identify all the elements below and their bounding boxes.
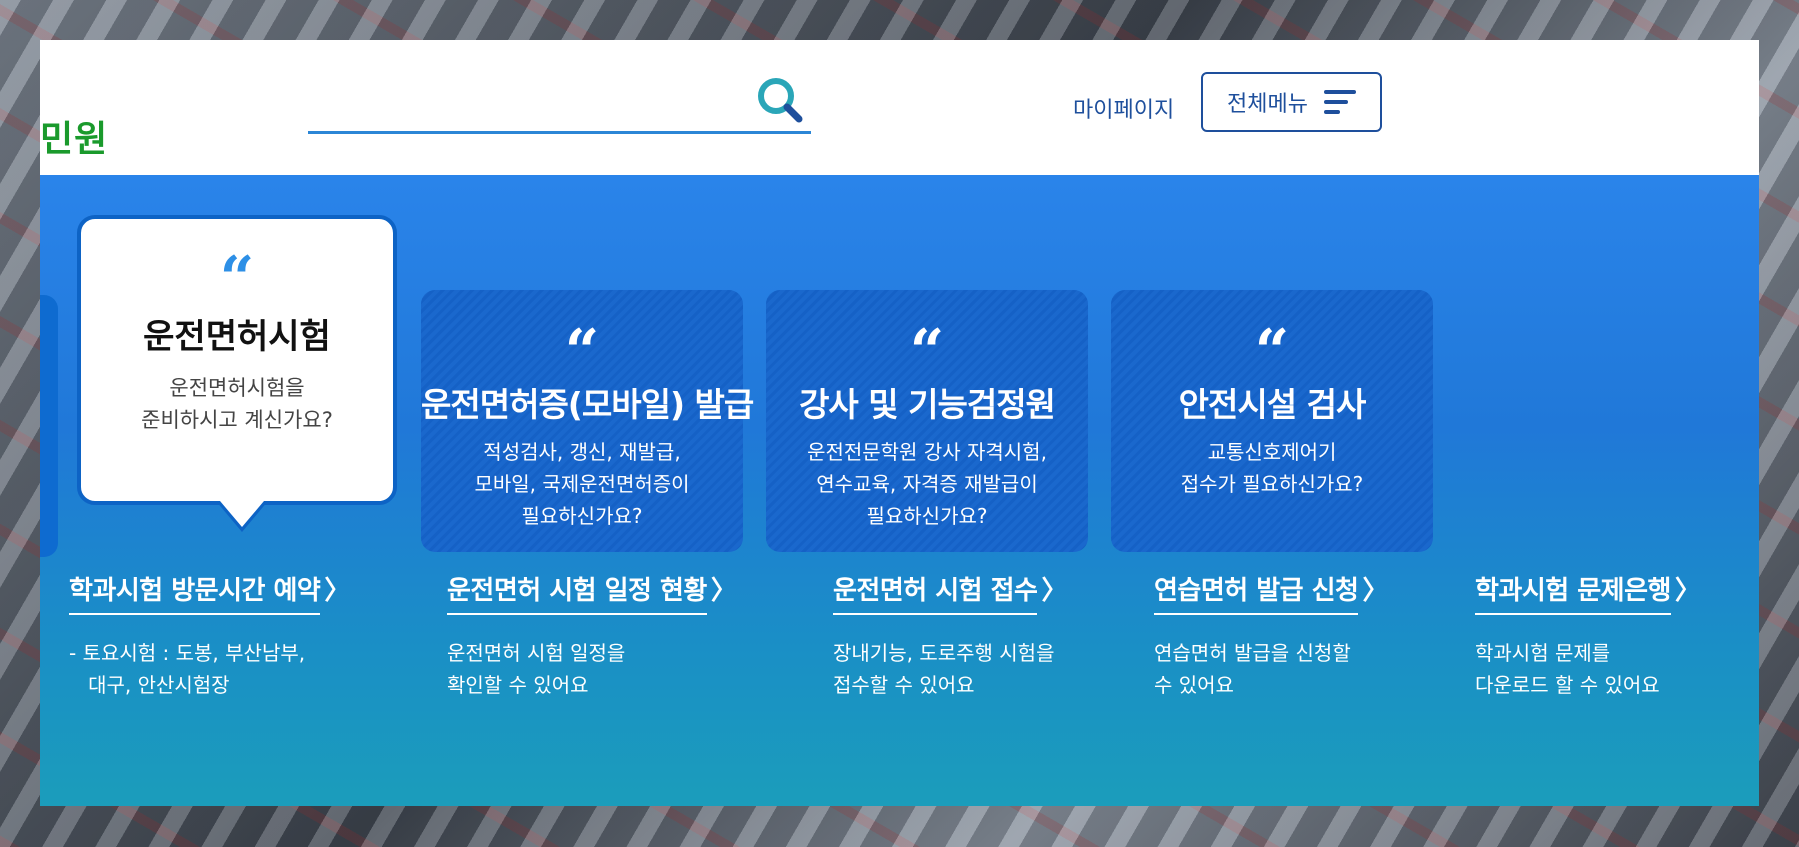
search-input[interactable] bbox=[310, 90, 744, 130]
service-panel: “ 운전면허시험 운전면허시험을 준비하시고 계신가요? “ 운전면허증(모바일… bbox=[40, 175, 1759, 806]
link-description: 학과시험 문제를 다운로드 할 수 있어요 bbox=[1475, 641, 1660, 697]
all-menu-label: 전체메뉴 bbox=[1227, 92, 1308, 117]
link-title[interactable]: 연습면허 발급 신청 bbox=[1154, 570, 1359, 615]
card-safety-inspection[interactable]: “ 안전시설 검사 교통신호제어기 접수가 필요하신가요? bbox=[1111, 290, 1433, 552]
link-title[interactable]: 학과시험 방문시간 예약 bbox=[69, 570, 321, 615]
chevron-right-icon[interactable]: 〉 bbox=[1675, 576, 1701, 606]
link-learner-permit: 연습면허 발급 신청 〉 연습면허 발급을 신청할 수 있어요 bbox=[1154, 570, 1388, 701]
search-button[interactable] bbox=[752, 74, 810, 130]
chevron-right-icon[interactable]: 〉 bbox=[324, 576, 350, 606]
hamburger-icon bbox=[1323, 84, 1356, 120]
link-description: 연습면허 발급을 신청할 수 있어요 bbox=[1154, 641, 1351, 697]
quote-icon: “ bbox=[219, 244, 255, 314]
all-menu-button[interactable]: 전체메뉴 bbox=[1201, 72, 1382, 132]
card-title: 안전시설 검사 bbox=[1178, 385, 1367, 424]
quote-icon: “ bbox=[1254, 317, 1290, 387]
card-license-issue[interactable]: “ 운전면허증(모바일) 발급 적성검사, 갱신, 재발급, 모바일, 국제운전… bbox=[421, 290, 754, 552]
card-description: 운전면허시험을 준비하시고 계신가요? bbox=[141, 376, 333, 432]
card-description: 운전전문학원 강사 자격시험, 연수교육, 자격증 재발급이 필요하신가요? bbox=[807, 440, 1047, 528]
quote-icon: “ bbox=[909, 317, 945, 387]
site-header: 민원 마이페이지 전체메뉴 bbox=[40, 40, 1759, 175]
card-title: 운전면허증(모바일) 발급 bbox=[421, 385, 754, 424]
search-underline bbox=[308, 131, 811, 134]
link-question-bank: 학과시험 문제은행 〉 학과시험 문제를 다운로드 할 수 있어요 bbox=[1475, 570, 1701, 701]
card-prev-edge[interactable] bbox=[40, 295, 58, 557]
card-title: 강사 및 기능검정원 bbox=[799, 385, 1056, 424]
link-title[interactable]: 학과시험 문제은행 bbox=[1475, 570, 1671, 615]
link-exam-visit-reservation: 학과시험 방문시간 예약 〉 - 토요시험 : 도봉, 부산남부, 대구, 안산시… bbox=[69, 570, 350, 701]
link-exam-schedule: 운전면허 시험 일정 현황 〉 운전면허 시험 일정을 확인할 수 있어요 bbox=[447, 570, 737, 701]
card-description: 교통신호제어기 접수가 필요하신가요? bbox=[1180, 440, 1364, 496]
card-instructor[interactable]: “ 강사 및 기능검정원 운전전문학원 강사 자격시험, 연수교육, 자격증 재… bbox=[766, 290, 1088, 552]
link-title[interactable]: 운전면허 시험 일정 현황 bbox=[447, 570, 707, 615]
site-logo[interactable]: 민원 bbox=[40, 110, 108, 162]
chevron-right-icon[interactable]: 〉 bbox=[711, 576, 737, 606]
page-frame: 민원 마이페이지 전체메뉴 “ 운전면허시험 운전면허시험을 준비하시고 계신가… bbox=[40, 40, 1759, 806]
link-exam-application: 운전면허 시험 접수 〉 장내기능, 도로주행 시험을 접수할 수 있어요 bbox=[833, 570, 1067, 701]
search-icon bbox=[758, 78, 803, 123]
link-description: 장내기능, 도로주행 시험을 접수할 수 있어요 bbox=[833, 641, 1055, 697]
mypage-link[interactable]: 마이페이지 bbox=[1073, 92, 1174, 124]
card-description: 적성검사, 갱신, 재발급, 모바일, 국제운전면허증이 필요하신가요? bbox=[474, 440, 690, 528]
card-pointer bbox=[220, 501, 264, 527]
card-title: 운전면허시험 bbox=[143, 317, 331, 357]
quote-icon: “ bbox=[564, 317, 600, 387]
link-description: - 토요시험 : 도봉, 부산남부, 대구, 안산시험장 bbox=[69, 641, 306, 697]
link-description: 운전면허 시험 일정을 확인할 수 있어요 bbox=[447, 641, 626, 697]
chevron-right-icon[interactable]: 〉 bbox=[1362, 576, 1388, 606]
card-driving-test[interactable]: “ 운전면허시험 운전면허시험을 준비하시고 계신가요? bbox=[77, 215, 397, 532]
chevron-right-icon[interactable]: 〉 bbox=[1041, 576, 1067, 606]
link-title[interactable]: 운전면허 시험 접수 bbox=[833, 570, 1038, 615]
